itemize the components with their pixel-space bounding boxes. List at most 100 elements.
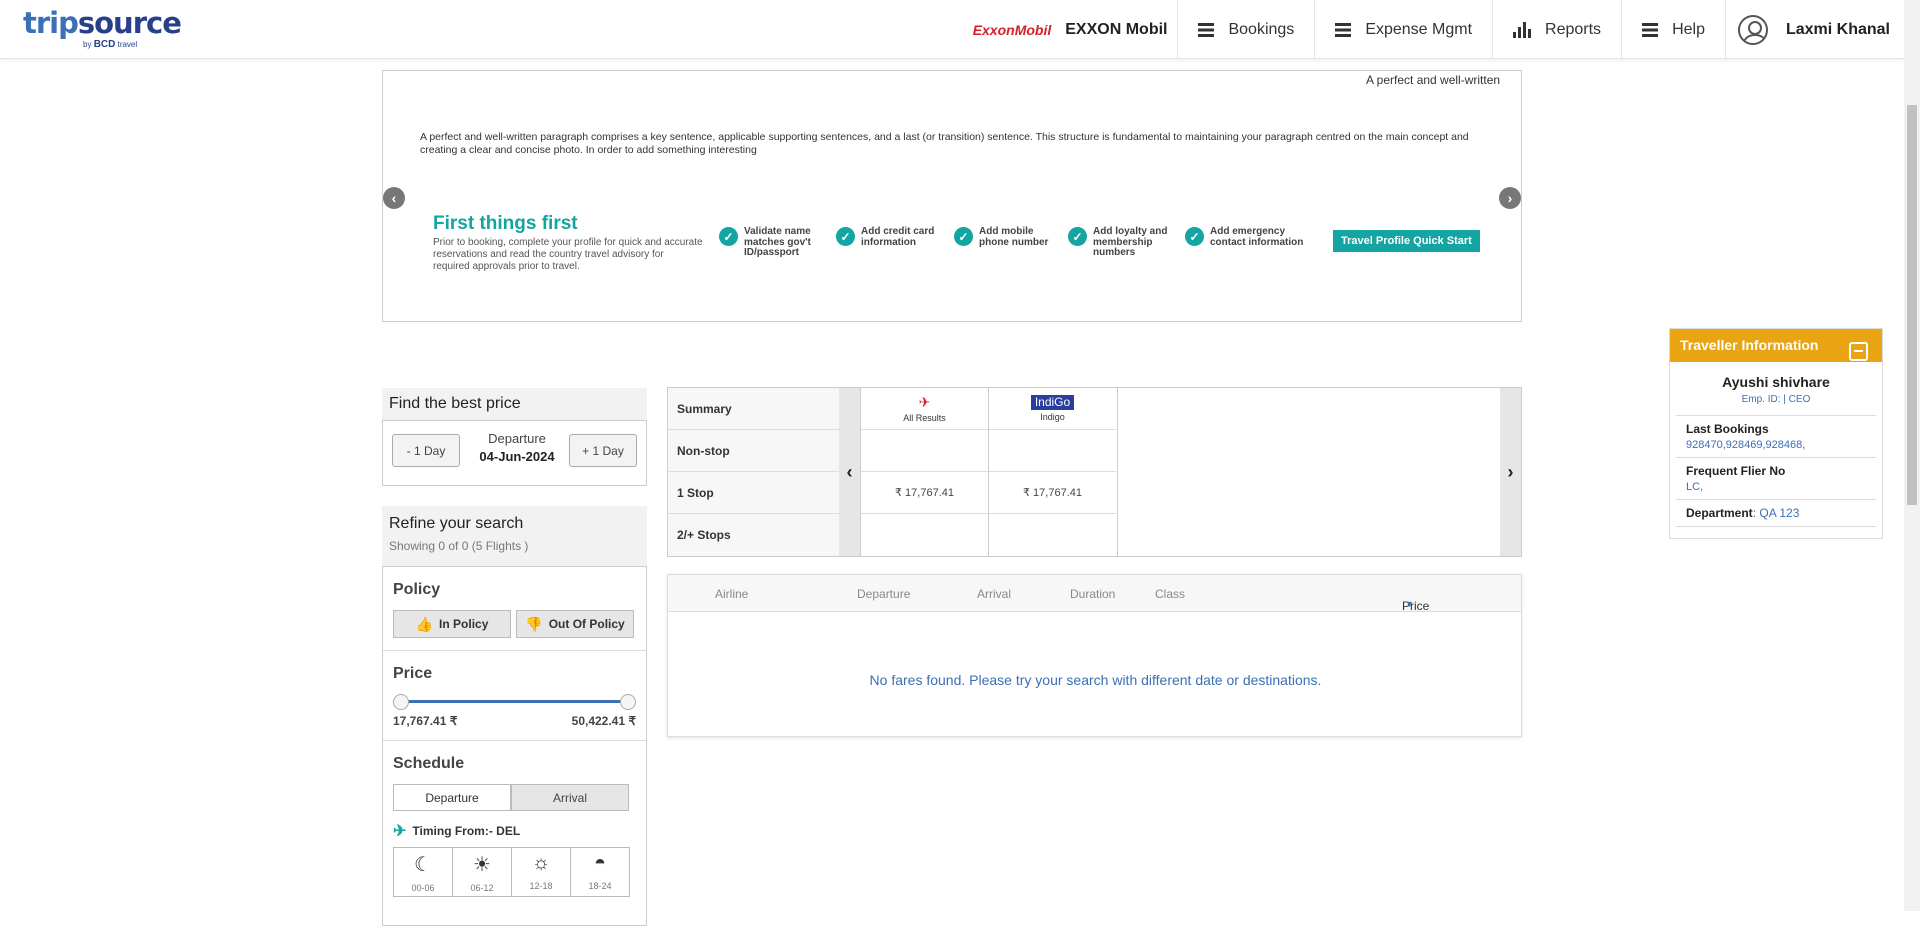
- user-menu[interactable]: Laxmi Khanal: [1726, 0, 1904, 59]
- logo-word-a: trip: [23, 6, 79, 40]
- refine-search-panel: Refine your search Showing 0 of 0 (5 Fli…: [382, 506, 647, 926]
- traveller-info-title: Traveller Information: [1680, 337, 1819, 353]
- user-avatar-icon: [1737, 14, 1768, 45]
- policy-title: Policy: [393, 581, 441, 598]
- nav-expense[interactable]: Expense Mgmt: [1315, 0, 1494, 59]
- find-best-price-title: Find the best price: [382, 388, 647, 420]
- price-max-value: 50,422.41 ₹: [571, 714, 636, 728]
- sunrise-icon: ☀: [473, 854, 491, 876]
- minimize-icon[interactable]: [1849, 342, 1868, 361]
- flight-results-table: Airline Departure Arrival Duration Class…: [667, 574, 1522, 737]
- last-bookings: Last Bookings 928470,928469,928468,: [1676, 415, 1876, 457]
- check-text: Add credit card information: [861, 226, 935, 248]
- price-slider-min-handle[interactable]: [393, 694, 409, 710]
- dept-value: : QA 123: [1752, 506, 1800, 520]
- find-best-price-panel: Find the best price - 1 Day Departure 04…: [382, 388, 647, 486]
- travel-profile-quick-start-button[interactable]: Travel Profile Quick Start: [1333, 230, 1480, 252]
- banner-paragraph: A perfect and well-written paragraph com…: [420, 131, 1469, 156]
- matrix-prev-icon[interactable]: ‹: [839, 388, 860, 556]
- matrix-col-all-results[interactable]: ✈ All Results ₹ 17,767.41: [860, 388, 988, 556]
- last-bookings-value[interactable]: 928470,928469,928468,: [1686, 439, 1866, 451]
- schedule-tab-arrival[interactable]: Arrival: [511, 784, 629, 811]
- nav-help[interactable]: Help: [1622, 0, 1726, 59]
- refine-showing: Showing 0 of 0 (5 Flights ): [389, 539, 529, 553]
- fare-summary-matrix: Summary Non-stop 1 Stop 2/+ Stops ‹ ✈ All…: [667, 387, 1522, 557]
- plus-day-button[interactable]: + 1 Day: [569, 434, 637, 467]
- matrix-cell[interactable]: ₹ 17,767.41: [989, 472, 1116, 514]
- price-slider-max-handle[interactable]: [620, 694, 636, 710]
- nav-bookings[interactable]: Bookings: [1178, 0, 1316, 59]
- refine-header: Refine your search Showing 0 of 0 (5 Fli…: [382, 506, 647, 566]
- schedule-title: Schedule: [393, 755, 465, 772]
- matrix-empty-area: [1117, 388, 1500, 556]
- schedule-tab-departure[interactable]: Departure: [393, 784, 511, 811]
- matrix-next-icon[interactable]: ›: [1500, 388, 1521, 556]
- time-slot-afternoon[interactable]: ☼ 12-18: [511, 847, 571, 897]
- find-best-price-body: - 1 Day Departure 04-Jun-2024 + 1 Day: [382, 420, 647, 486]
- carousel-next-icon[interactable]: ›: [1499, 187, 1521, 209]
- col-airline[interactable]: Airline: [715, 587, 748, 601]
- check-text: Validate name matches gov't ID/passport: [744, 226, 811, 258]
- traveller-emp-id: Emp. ID: | CEO: [1741, 394, 1811, 405]
- out-policy-button[interactable]: 👎 Out Of Policy: [516, 610, 634, 638]
- nav-expense-label: Expense Mgmt: [1365, 20, 1473, 38]
- time-slot-night[interactable]: ☾ 00-06: [393, 847, 453, 897]
- page-scrollbar[interactable]: [1904, 0, 1920, 911]
- time-slot-morning[interactable]: ☀ 06-12: [452, 847, 512, 897]
- main-nav: ExxonMobil EXXON Mobil Bookings Expense …: [973, 0, 1904, 59]
- traveller-info-header: Traveller Information: [1670, 329, 1882, 362]
- check-text: Add emergency contact information: [1210, 226, 1304, 248]
- check-icon: ✓: [836, 227, 855, 246]
- time-slot-evening[interactable]: ◓ 18-24: [570, 847, 630, 897]
- matrix-airline-name: Indigo: [1040, 412, 1065, 422]
- banner-marquee: A perfect and well-written: [1366, 73, 1501, 87]
- traveller-info-panel: Traveller Information Ayushi shivhare Em…: [1669, 328, 1883, 539]
- col-arrival[interactable]: Arrival: [977, 587, 1011, 601]
- col-duration[interactable]: Duration: [1070, 587, 1115, 601]
- logo-word-b: source: [77, 6, 182, 40]
- schedule-section: Schedule Departure Arrival ✈ Timing From…: [383, 741, 646, 909]
- minus-day-button[interactable]: - 1 Day: [392, 434, 460, 467]
- sunset-icon: ◓: [593, 852, 607, 874]
- logo-wordmark: tripsource: [23, 6, 182, 40]
- tripsource-logo[interactable]: tripsource by BCD travel: [23, 6, 182, 50]
- nav-reports-label: Reports: [1545, 20, 1602, 38]
- price-title: Price: [393, 665, 433, 682]
- airplane-icon: ✈: [918, 394, 931, 410]
- matrix-cell[interactable]: ₹ 17,767.41: [861, 472, 988, 514]
- logo-by: by: [83, 40, 92, 49]
- matrix-cell[interactable]: [861, 514, 988, 556]
- indigo-logo: IndiGo: [1030, 395, 1075, 410]
- check-item: ✓ Add credit card information: [836, 226, 946, 248]
- in-policy-button[interactable]: 👍 In Policy: [393, 610, 511, 638]
- price-section: Price 17,767.41 ₹ 50,422.41 ₹: [383, 651, 646, 741]
- matrix-cell[interactable]: [989, 430, 1116, 472]
- price-slider[interactable]: [393, 693, 636, 711]
- nav-help-label: Help: [1672, 20, 1705, 38]
- carousel-prev-icon[interactable]: ‹: [383, 187, 405, 209]
- menu-icon: [1198, 22, 1215, 37]
- matrix-cell[interactable]: [861, 430, 988, 472]
- price-min-value: 17,767.41 ₹: [393, 714, 458, 728]
- scrollbar-thumb[interactable]: [1907, 105, 1917, 505]
- time-slot-label: 12-18: [529, 881, 553, 891]
- check-text: Add mobile phone number: [979, 226, 1049, 248]
- no-fares-message: No fares found. Please try your search w…: [869, 672, 1322, 688]
- first-things-first: First things first Prior to booking, com…: [433, 213, 703, 273]
- check-item: ✓ Add loyalty and membership numbers: [1068, 226, 1178, 259]
- nav-reports[interactable]: Reports: [1493, 0, 1623, 59]
- col-class[interactable]: Class: [1155, 587, 1185, 601]
- promo-banner: A perfect and well-written A perfect and…: [382, 70, 1522, 322]
- logo-bcd: BCD: [93, 39, 116, 50]
- policy-section: Policy 👍 In Policy 👎 Out Of Policy: [383, 567, 646, 651]
- time-slot-label: 18-24: [588, 881, 612, 891]
- menu-icon: [1335, 22, 1352, 37]
- matrix-cell[interactable]: [989, 514, 1116, 556]
- bar-chart-icon: [1513, 21, 1532, 38]
- in-policy-label: In Policy: [439, 617, 489, 631]
- user-name: Laxmi Khanal: [1785, 20, 1890, 38]
- top-header: tripsource by BCD travel ExxonMobil EXXO…: [0, 0, 1904, 59]
- refine-body: Policy 👍 In Policy 👎 Out Of Policy Price 1…: [382, 566, 647, 926]
- col-departure[interactable]: Departure: [857, 587, 910, 601]
- matrix-col-indigo[interactable]: IndiGo Indigo ₹ 17,767.41: [988, 388, 1116, 556]
